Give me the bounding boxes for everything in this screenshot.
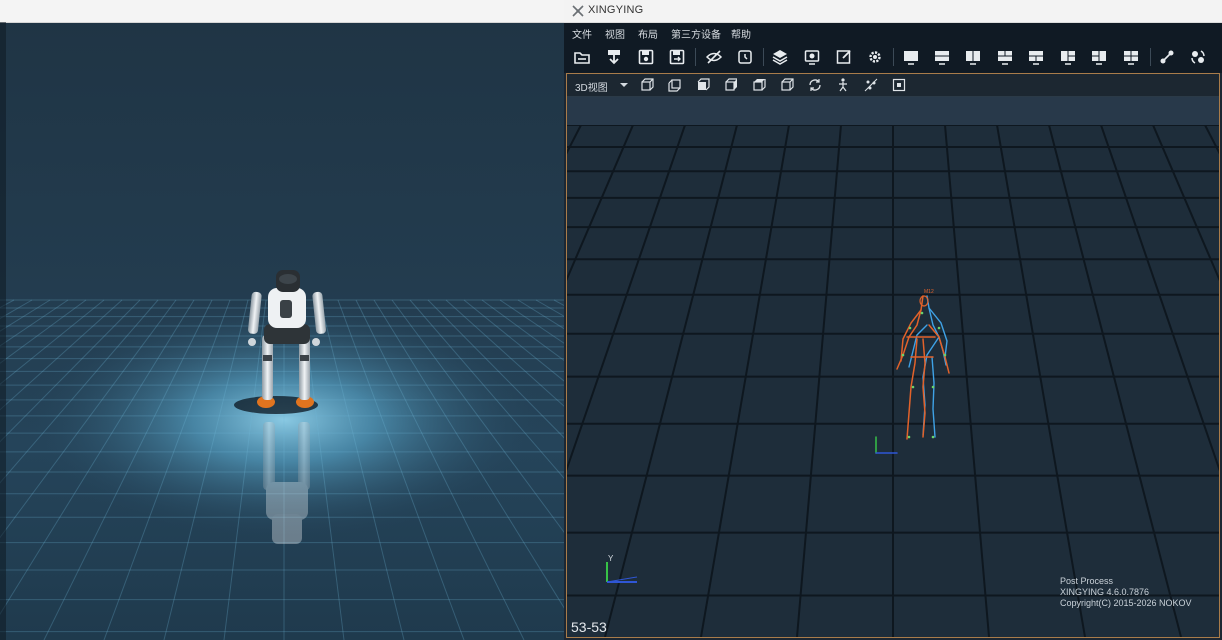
view-right-icon[interactable] (723, 77, 739, 93)
menu-view[interactable]: 视图 (605, 26, 625, 41)
fit-view-icon[interactable] (891, 77, 907, 93)
chevron-down-icon (620, 83, 628, 87)
viewport-toolbar: 3D视图 (567, 74, 1219, 97)
marker-toggle-icon[interactable] (863, 77, 879, 93)
camera-preview-icon[interactable] (802, 47, 822, 67)
plugin-icon[interactable] (1188, 47, 1208, 67)
menu-layout[interactable]: 布局 (638, 26, 658, 41)
copyright-text: Copyright(C) 2015-2026 NOKOV (1060, 598, 1192, 608)
save-settings-icon[interactable] (636, 47, 656, 67)
layout-left-right-icon[interactable] (963, 47, 983, 67)
ground-grid (567, 125, 1219, 637)
window-title: XINGYING (588, 4, 644, 16)
3d-viewport[interactable]: 3D视图 M12 Y 53-53 Post Process XINGYING 4… (566, 73, 1220, 638)
layout-top-bottom-icon[interactable] (932, 47, 952, 67)
view-front-icon[interactable] (639, 77, 655, 93)
save-as-icon[interactable] (667, 47, 687, 67)
toolbar-separator (695, 48, 696, 66)
rotate-view-icon[interactable] (807, 77, 823, 93)
skeleton-toggle-icon[interactable] (835, 77, 851, 93)
layout-three-top-icon[interactable] (995, 47, 1015, 67)
mode-text: Post Process (1060, 576, 1114, 586)
timecode-icon[interactable] (735, 47, 755, 67)
software-info: Post Process XINGYING 4.6.0.7876 Copyrig… (1060, 576, 1192, 609)
menu-third-party-devices[interactable]: 第三方设备 (671, 26, 721, 41)
settings-gear-icon[interactable] (865, 47, 885, 67)
toolbar-separator (893, 48, 894, 66)
toolbar-separator (763, 48, 764, 66)
motion-capture-skeleton: M12 (875, 289, 950, 454)
menu-file[interactable]: 文件 (572, 26, 592, 41)
simulation-scene (0, 270, 564, 640)
toolbar-separator (1150, 48, 1151, 66)
open-folder-icon[interactable] (572, 47, 592, 67)
capture-volume-scene: M12 Y (567, 125, 1219, 637)
hide-markers-icon[interactable] (704, 47, 724, 67)
menu-help[interactable]: 帮助 (731, 26, 751, 41)
layers-icon[interactable] (770, 47, 790, 67)
view-top-icon[interactable] (751, 77, 767, 93)
main-toolbar (564, 41, 1222, 73)
view-bottom-icon[interactable] (779, 77, 795, 93)
viewport-horizon-band (567, 97, 1219, 125)
xingying-window: XINGYING 文件 视图 布局 第三方设备 帮助 3D视图 M12 Y 53… (564, 0, 1222, 640)
menu-bar: 文件 视图 布局 第三方设备 帮助 (564, 23, 1222, 41)
skeleton-label: M12 (924, 289, 934, 295)
view-left-icon[interactable] (695, 77, 711, 93)
axis-y-label: Y (608, 554, 614, 563)
frame-counter: 53-53 (571, 619, 607, 635)
export-icon[interactable] (604, 47, 624, 67)
layout-three-right-icon[interactable] (1089, 47, 1109, 67)
pane-edge (0, 22, 6, 640)
simulation-viewport[interactable] (0, 0, 564, 640)
window-titlebar: XINGYING (564, 0, 1222, 23)
skeleton-link-icon[interactable] (1157, 47, 1177, 67)
view-mode-dropdown[interactable]: 3D视图 (571, 77, 631, 94)
view-mode-label: 3D视图 (575, 83, 608, 94)
layout-single-icon[interactable] (901, 47, 921, 67)
layout-quad-icon[interactable] (1121, 47, 1141, 67)
version-text: XINGYING 4.6.0.7876 (1060, 587, 1150, 597)
xingying-logo-icon (572, 5, 584, 17)
view-back-icon[interactable] (667, 77, 683, 93)
edit-icon[interactable] (834, 47, 854, 67)
layout-three-left-icon[interactable] (1058, 47, 1078, 67)
layout-three-bottom-icon[interactable] (1026, 47, 1046, 67)
